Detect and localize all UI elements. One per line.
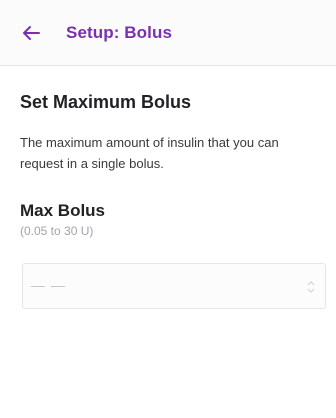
back-button[interactable]: [18, 22, 44, 44]
max-bolus-value: — —: [31, 277, 66, 293]
top-app-bar: Setup: Bolus: [0, 0, 336, 66]
section-description: The maximum amount of insulin that you c…: [20, 135, 279, 171]
max-bolus-input[interactable]: — —: [22, 263, 326, 309]
app-screen: Setup: Bolus Set Maximum Bolus The maxim…: [0, 0, 336, 418]
max-bolus-label: Max Bolus: [20, 201, 106, 220]
main-content: Set Maximum Bolus The maximum amount of …: [20, 90, 320, 239]
max-bolus-range-hint: (0.05 to 30 U): [20, 224, 94, 238]
section-heading: Set Maximum Bolus: [20, 92, 192, 112]
stepper-arrows-icon[interactable]: [307, 279, 315, 295]
arrow-left-icon: [23, 26, 40, 40]
page-title: Setup: Bolus: [66, 23, 173, 42]
